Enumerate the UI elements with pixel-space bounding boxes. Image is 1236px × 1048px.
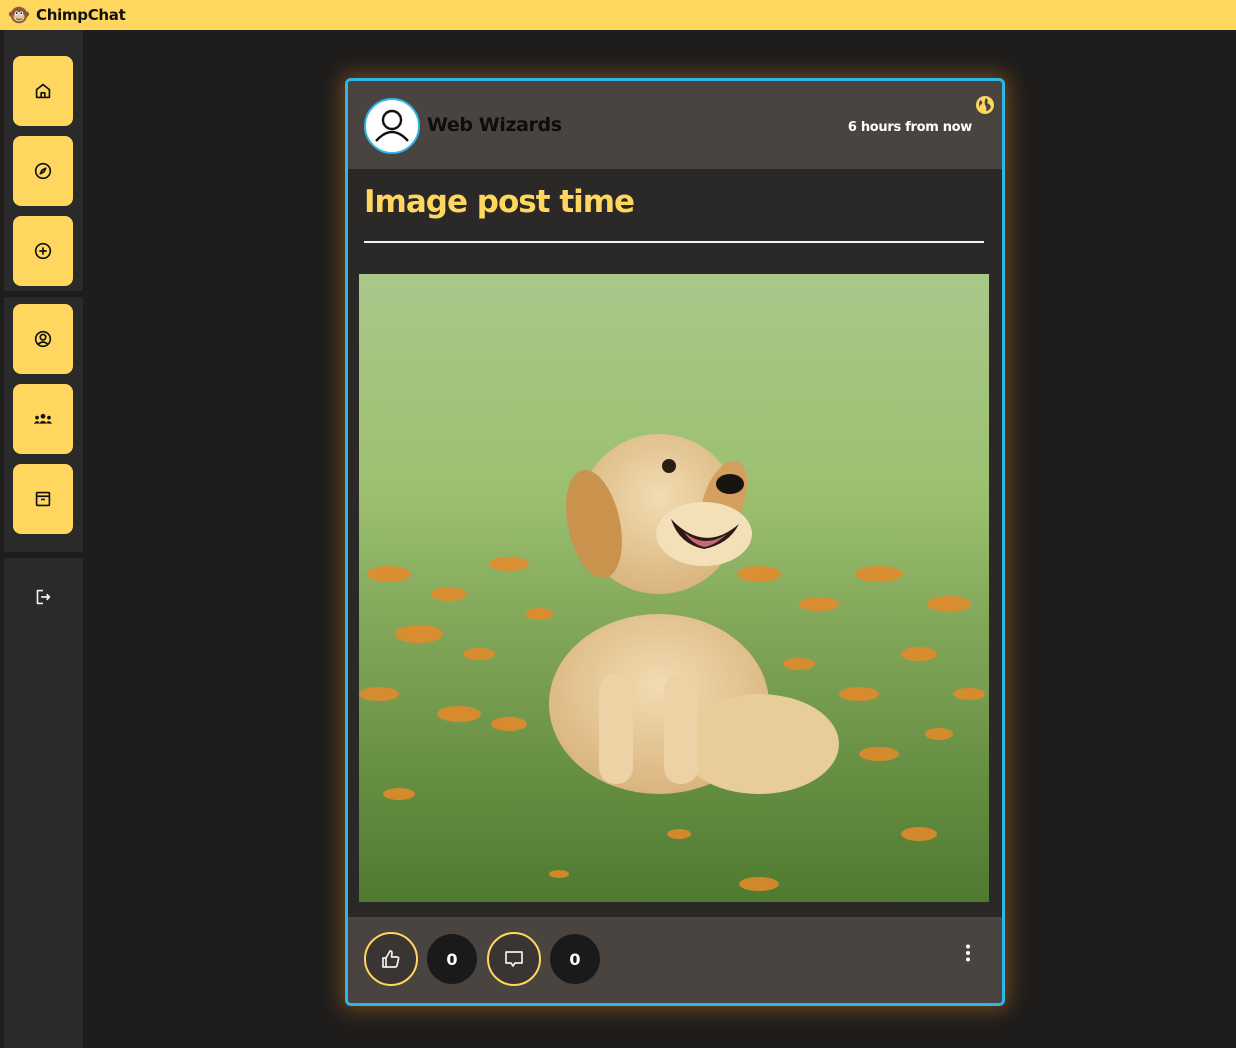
nav-profile-button[interactable] (13, 304, 73, 374)
like-button[interactable] (364, 932, 418, 986)
post-header: Web Wizards 6 hours from now (348, 81, 1002, 169)
top-bar: ChimpChat (0, 0, 1236, 30)
archive-icon (35, 491, 51, 507)
sidebar-divider (4, 552, 83, 558)
app-title: ChimpChat (36, 6, 126, 24)
nav-home-button[interactable] (13, 56, 73, 126)
nav-archive-button[interactable] (13, 464, 73, 534)
more-options-button[interactable] (960, 941, 976, 965)
post-image[interactable] (359, 274, 989, 902)
nav-groups-button[interactable] (13, 384, 73, 454)
vertical-dots-icon (966, 944, 970, 962)
author-avatar[interactable] (364, 98, 420, 154)
logout-button[interactable] (13, 575, 73, 619)
thumbs-up-icon (382, 950, 400, 968)
logout-icon (36, 589, 51, 605)
post-footer: 0 0 (348, 917, 1002, 1003)
post-timestamp: 6 hours from now (847, 120, 972, 135)
home-icon (35, 83, 51, 99)
title-divider (364, 241, 984, 243)
plus-circle-icon (34, 242, 52, 260)
post-title: Image post time (364, 184, 635, 220)
like-count: 0 (427, 934, 477, 984)
post-card: Web Wizards 6 hours from now Image post … (345, 78, 1005, 1006)
user-circle-icon (34, 330, 52, 348)
chimp-logo-icon (7, 3, 31, 27)
sidebar (4, 30, 83, 1048)
comment-button[interactable] (487, 932, 541, 986)
nav-explore-button[interactable] (13, 136, 73, 206)
group-icon (33, 413, 53, 424)
sidebar-divider (4, 291, 83, 297)
comment-icon (505, 951, 523, 967)
compass-icon (34, 162, 52, 180)
comment-count: 0 (550, 934, 600, 984)
nav-create-button[interactable] (13, 216, 73, 286)
globe-icon (975, 95, 995, 115)
author-name[interactable]: Web Wizards (427, 114, 562, 136)
user-avatar-icon (375, 109, 409, 142)
